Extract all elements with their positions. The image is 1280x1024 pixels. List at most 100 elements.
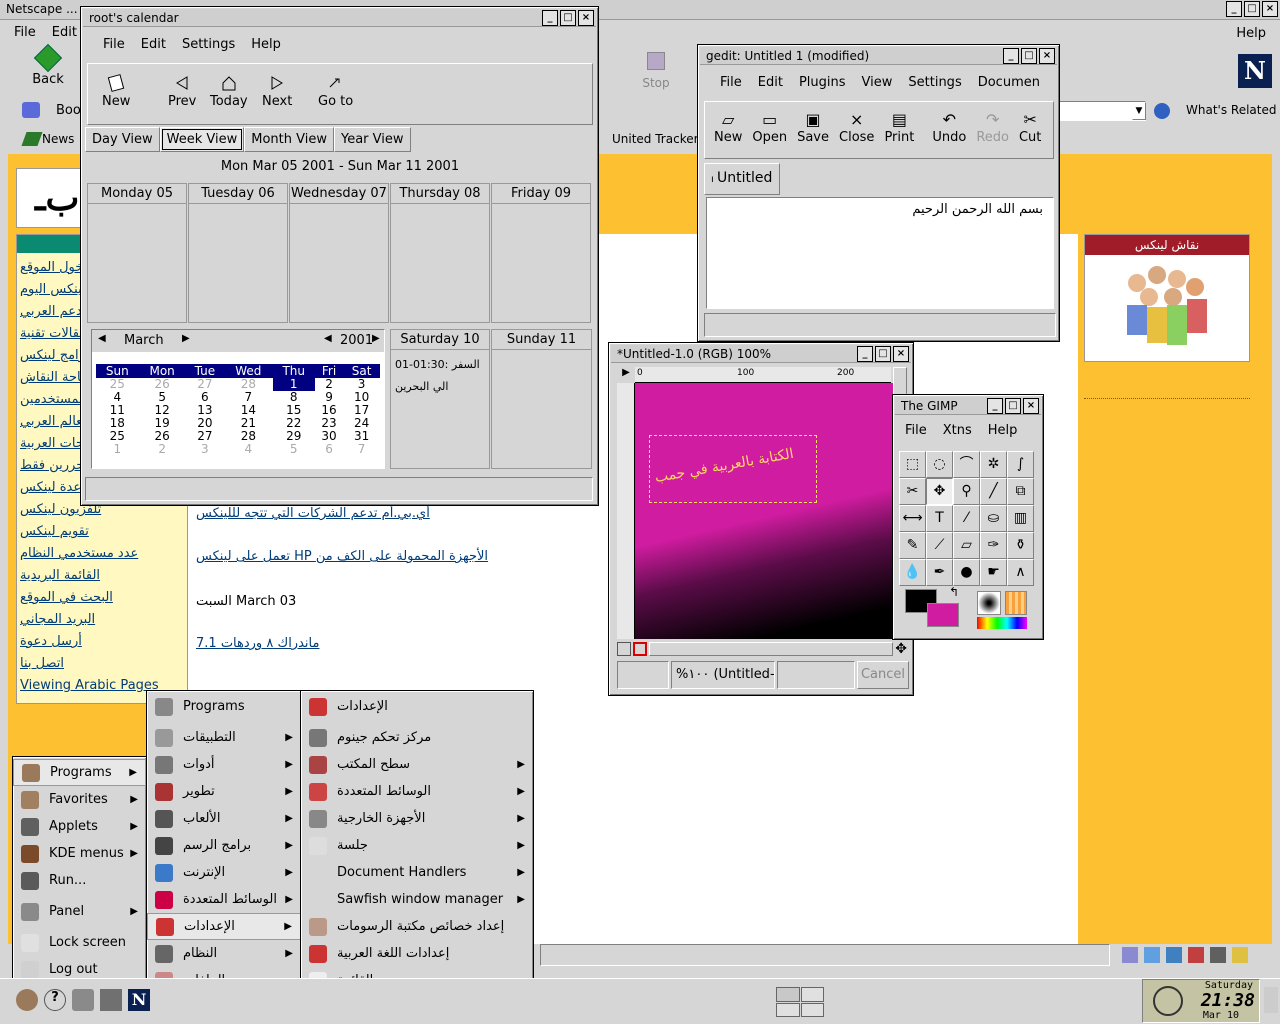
gimp-menu-xtns[interactable]: Xtns	[935, 420, 980, 442]
close-icon[interactable]: ×	[578, 10, 594, 26]
gedit-tab[interactable]: ı Untitled	[704, 163, 780, 195]
sidebar-link[interactable]: تقويم لينكس	[20, 521, 185, 543]
blend-icon[interactable]: ▥	[1007, 505, 1034, 532]
fuzzy-select-icon[interactable]: ✲	[980, 451, 1007, 478]
sidebar-link[interactable]: البريد المجاني	[20, 609, 185, 631]
programs-menu-item[interactable]: التطبيقات ▶	[147, 724, 301, 751]
settings-menu-item[interactable]: Sawfish window manager ▶	[301, 886, 533, 913]
panel-hide-button[interactable]	[1264, 987, 1278, 1013]
ellipse-select-icon[interactable]: ◌	[926, 451, 953, 478]
gedit-save-button[interactable]: ▣ Save	[792, 110, 834, 145]
day-cell[interactable]: 1	[96, 443, 139, 456]
gedit-cut-button[interactable]: ✂ Cut	[1014, 110, 1046, 145]
measure-icon[interactable]: ∧	[1007, 559, 1034, 586]
news-link[interactable]: News	[42, 132, 74, 146]
stop-button[interactable]: Stop	[636, 52, 676, 90]
free-select-icon[interactable]: ⌒	[953, 451, 980, 478]
gedit-new-button[interactable]: ▱ New	[709, 110, 747, 145]
gimp-cancel-button[interactable]: Cancel	[857, 661, 909, 689]
programs-menu-item[interactable]: الإعدادات ▶	[147, 913, 301, 940]
close-icon[interactable]: ×	[893, 346, 909, 362]
cal-next-button[interactable]: Next	[258, 74, 296, 109]
cal-prev-button[interactable]: Prev	[164, 74, 200, 109]
menu-edit[interactable]: Edit	[44, 22, 85, 44]
zoom-icon[interactable]: ⚲	[953, 478, 980, 505]
tab-month-view[interactable]: Month View	[244, 127, 334, 152]
settings-menu-item[interactable]: جلسة ▶	[301, 832, 533, 859]
gedit-menu-edit[interactable]: Edit	[750, 72, 791, 94]
sidebar-link[interactable]: البحث في الموقع	[20, 587, 185, 609]
back-button[interactable]: Back	[18, 43, 78, 87]
sidebar-link[interactable]: أرسل دعوة	[20, 631, 185, 653]
programs-menu-item[interactable]: الألعاب ▶	[147, 805, 301, 832]
settings-menu-item[interactable]: إعدادات اللغة العربية	[301, 940, 533, 967]
gedit-open-button[interactable]: ▭ Open	[747, 110, 792, 145]
sidebar-link[interactable]: اتصل بنا	[20, 653, 185, 675]
minimize-icon[interactable]: _	[857, 346, 873, 362]
workspace-pager[interactable]	[776, 987, 824, 1017]
maximize-icon[interactable]: □	[1244, 1, 1260, 17]
transform-icon[interactable]: ⧉	[1007, 478, 1034, 505]
prev-year-icon[interactable]: ◀	[324, 333, 332, 344]
convolve-icon[interactable]: 💧	[899, 559, 926, 586]
gedit-undo-button[interactable]: ↶ Undo	[927, 110, 971, 145]
crop-icon[interactable]: ╱	[980, 478, 1007, 505]
composer-icon[interactable]	[1188, 947, 1204, 963]
chat-icon[interactable]	[1166, 947, 1182, 963]
address-book-icon[interactable]	[1210, 947, 1226, 963]
gimp-menu-arrow-icon[interactable]: ▶	[617, 367, 635, 383]
day-cell[interactable]: 7	[343, 443, 380, 456]
programs-menu-item[interactable]: تطوير ▶	[147, 778, 301, 805]
help-icon[interactable]: ?	[44, 989, 66, 1011]
netscape-launcher-icon[interactable]: N	[128, 989, 150, 1011]
bookmarks-label[interactable]: Boo	[56, 103, 81, 118]
day-column[interactable]: Monday 05	[87, 183, 187, 323]
brush-preview[interactable]	[977, 591, 1001, 615]
start-menu-item[interactable]: Favorites ▶	[13, 786, 146, 813]
settings-menu-item[interactable]: مركز تحكم جينوم	[301, 724, 533, 751]
event-line[interactable]: 01-01:30: السفر	[395, 358, 480, 371]
start-menu-item[interactable]: Run...	[13, 867, 146, 894]
quickmask-on-icon[interactable]	[633, 642, 647, 656]
dodge-burn-icon[interactable]: ●	[953, 559, 980, 586]
navigate-icon[interactable]: ✥	[895, 641, 907, 657]
gedit-menu-file[interactable]: File	[712, 72, 750, 94]
quickmask-off-icon[interactable]	[617, 642, 631, 656]
close-icon[interactable]: ×	[1039, 48, 1055, 64]
start-menu-item[interactable]: Lock screen	[13, 929, 146, 956]
settings-menu-item[interactable]: سطح المكتب ▶	[301, 751, 533, 778]
day-column[interactable]: Thursday 08	[390, 183, 490, 323]
clock-applet[interactable]: Saturday 21:38 Mar 10	[1142, 979, 1260, 1023]
programs-menu-item[interactable]: الوسائط المتعددة ▶	[147, 886, 301, 913]
clone-icon[interactable]: ⚱	[1007, 532, 1034, 559]
start-menu-item[interactable]: Panel ▶	[13, 898, 146, 925]
cal-menu-help[interactable]: Help	[243, 34, 289, 56]
minimize-icon[interactable]: _	[987, 398, 1003, 414]
cal-goto-button[interactable]: Go to	[314, 74, 357, 109]
gimp-canvas[interactable]: الكتابة بالعربية في جمب	[635, 383, 893, 639]
settings-menu-item[interactable]: Document Handlers ▶	[301, 859, 533, 886]
settings-menu-item[interactable]: الوسائط المتعددة ▶	[301, 778, 533, 805]
start-menu-item[interactable]: KDE menus ▶	[13, 840, 146, 867]
gimp-menu-file[interactable]: File	[897, 420, 935, 442]
sidebar-link[interactable]: عدد مستخدمي النظام	[20, 543, 185, 565]
sidebar-link[interactable]: القائمة البريدية	[20, 565, 185, 587]
gedit-menu-documents[interactable]: Documen	[970, 72, 1048, 94]
menu-file[interactable]: File	[6, 22, 44, 44]
settings-menu-item[interactable]: الأجهزة الخارجية ▶	[301, 805, 533, 832]
cal-menu-settings[interactable]: Settings	[174, 34, 243, 56]
programs-menu-item[interactable]: النظام ▶	[147, 940, 301, 967]
pencil-icon[interactable]: ✎	[899, 532, 926, 559]
security-icon[interactable]	[1232, 947, 1248, 963]
gedit-menu-settings[interactable]: Settings	[900, 72, 969, 94]
menu-help[interactable]: Help	[1236, 26, 1266, 41]
bucket-fill-icon[interactable]: ⛀	[980, 505, 1007, 532]
component-icon[interactable]	[1122, 947, 1138, 963]
next-year-icon[interactable]: ▶	[372, 333, 380, 344]
day-cell[interactable]: 2	[139, 443, 186, 456]
next-month-icon[interactable]: ▶	[182, 333, 190, 344]
start-menu-item[interactable]: Programs ▶	[13, 759, 146, 786]
programs-menu-item[interactable]: أدوات ▶	[147, 751, 301, 778]
maximize-icon[interactable]: □	[1021, 48, 1037, 64]
tab-day-view[interactable]: Day View	[85, 127, 160, 152]
